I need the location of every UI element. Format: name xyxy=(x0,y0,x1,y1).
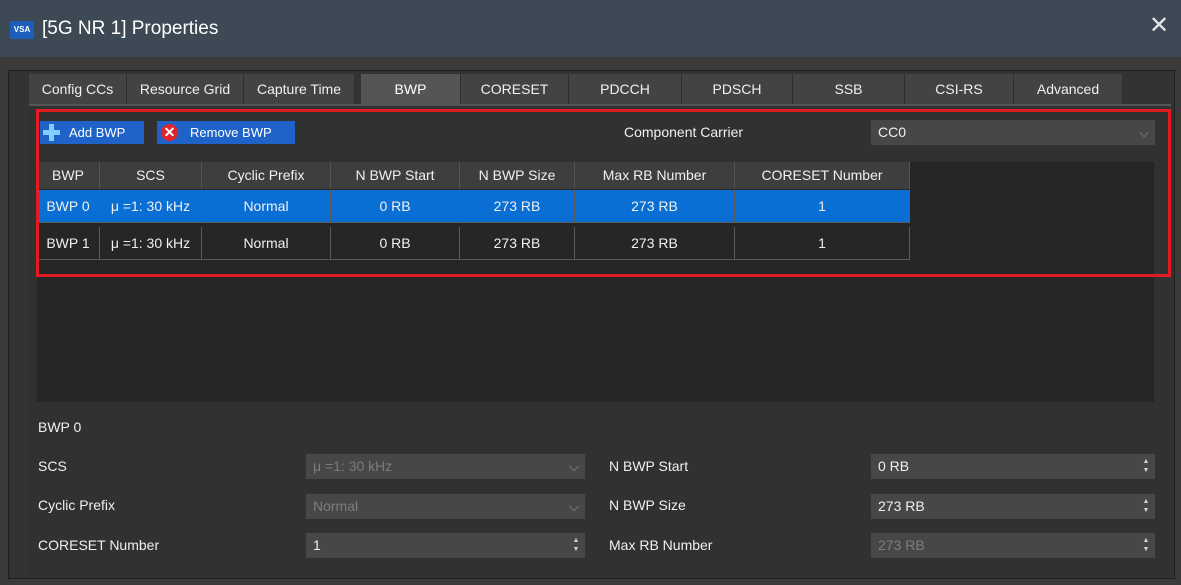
table-cell[interactable]: 0 RB xyxy=(331,190,460,223)
table-cell[interactable]: μ =1: 30 kHz xyxy=(100,227,202,260)
table-cell[interactable]: 0 RB xyxy=(331,227,460,260)
add-bwp-button[interactable]: Add BWP xyxy=(40,121,144,144)
table-cell[interactable]: 1 xyxy=(735,190,910,223)
tab-ssb[interactable]: SSB xyxy=(793,74,905,104)
table-cell[interactable]: 273 RB xyxy=(575,227,735,260)
coreset-number-input[interactable]: 1 ▲ ▼ xyxy=(306,533,585,558)
plus-icon xyxy=(43,124,60,141)
tab-config-ccs[interactable]: Config CCs xyxy=(29,74,127,104)
cyclic-prefix-label: Cyclic Prefix xyxy=(38,497,116,513)
window-title: [5G NR 1] Properties xyxy=(42,18,219,39)
remove-bwp-button[interactable]: ✕ Remove BWP xyxy=(157,121,295,144)
chevron-down-icon: ⌵ xyxy=(1139,125,1149,140)
coreset-number-label: CORESET Number xyxy=(38,537,160,553)
component-carrier-label: Component Carrier xyxy=(624,124,744,140)
title-bar: VSA [5G NR 1] Properties ✕ xyxy=(0,0,1181,57)
column-header-scs[interactable]: SCS xyxy=(100,162,202,189)
spin-arrows-icon[interactable]: ▲ ▼ xyxy=(1141,457,1151,476)
table-cell[interactable]: 273 RB xyxy=(460,227,575,260)
n-bwp-start-label: N BWP Start xyxy=(609,458,689,474)
component-carrier-select[interactable]: CC0 ⌵ xyxy=(871,120,1155,145)
remove-bwp-label: Remove BWP xyxy=(190,125,272,140)
n-bwp-start-input[interactable]: 0 RB ▲ ▼ xyxy=(871,454,1155,479)
scs-select[interactable]: μ =1: 30 kHz ⌵ xyxy=(306,454,585,479)
column-header-n-bwp-start[interactable]: N BWP Start xyxy=(331,162,460,189)
n-bwp-size-label: N BWP Size xyxy=(609,497,686,513)
spin-arrows-icon[interactable]: ▲ ▼ xyxy=(571,536,581,555)
table-cell[interactable]: 1 xyxy=(735,227,910,260)
tab-advanced[interactable]: Advanced xyxy=(1014,74,1123,104)
n-bwp-start-value: 0 RB xyxy=(878,458,910,474)
table-cell[interactable]: Normal xyxy=(202,190,331,223)
tab-capture-time[interactable]: Capture Time xyxy=(244,74,355,104)
spin-arrows-icon[interactable]: ▲ ▼ xyxy=(1141,536,1151,555)
remove-icon: ✕ xyxy=(161,124,178,141)
table-cell[interactable]: 273 RB xyxy=(575,190,735,223)
coreset-number-value: 1 xyxy=(313,537,321,553)
chevron-down-icon: ⌵ xyxy=(569,459,579,474)
scs-value: μ =1: 30 kHz xyxy=(313,458,393,474)
column-header-n-bwp-size[interactable]: N BWP Size xyxy=(460,162,575,189)
cyclic-prefix-select[interactable]: Normal ⌵ xyxy=(306,494,585,519)
table-cell[interactable]: 273 RB xyxy=(460,190,575,223)
column-header-max-rb-number[interactable]: Max RB Number xyxy=(575,162,735,189)
spin-arrows-icon[interactable]: ▲ ▼ xyxy=(1141,497,1151,516)
max-rb-number-value: 273 RB xyxy=(878,537,925,553)
selected-bwp-title: BWP 0 xyxy=(38,419,82,435)
component-carrier-value: CC0 xyxy=(878,124,907,140)
close-icon[interactable]: ✕ xyxy=(1147,14,1171,38)
max-rb-number-input[interactable]: 273 RB ▲ ▼ xyxy=(871,533,1155,558)
max-rb-number-label: Max RB Number xyxy=(609,537,713,553)
tab-csi-rs[interactable]: CSI-RS xyxy=(905,74,1014,104)
scs-label: SCS xyxy=(38,458,67,474)
column-header-cyclic-prefix[interactable]: Cyclic Prefix xyxy=(202,162,331,189)
column-header-coreset-number[interactable]: CORESET Number xyxy=(735,162,910,189)
tab-resource-grid[interactable]: Resource Grid xyxy=(127,74,244,104)
chevron-down-icon: ⌵ xyxy=(569,499,579,514)
tab-pdsch[interactable]: PDSCH xyxy=(682,74,793,104)
table-cell[interactable]: BWP 1 xyxy=(37,227,100,260)
column-header-bwp[interactable]: BWP xyxy=(37,162,100,189)
table-cell[interactable]: Normal xyxy=(202,227,331,260)
tab-bwp[interactable]: BWP xyxy=(361,74,461,104)
table-cell[interactable]: μ =1: 30 kHz xyxy=(100,190,202,223)
tab-pdcch[interactable]: PDCCH xyxy=(569,74,682,104)
add-bwp-label: Add BWP xyxy=(69,125,126,140)
cyclic-prefix-value: Normal xyxy=(313,498,359,514)
tab-coreset[interactable]: CORESET xyxy=(461,74,569,104)
table-cell[interactable]: BWP 0 xyxy=(37,190,100,223)
n-bwp-size-input[interactable]: 273 RB ▲ ▼ xyxy=(871,494,1155,519)
n-bwp-size-value: 273 RB xyxy=(878,498,925,514)
vsa-logo-icon: VSA xyxy=(10,21,34,39)
